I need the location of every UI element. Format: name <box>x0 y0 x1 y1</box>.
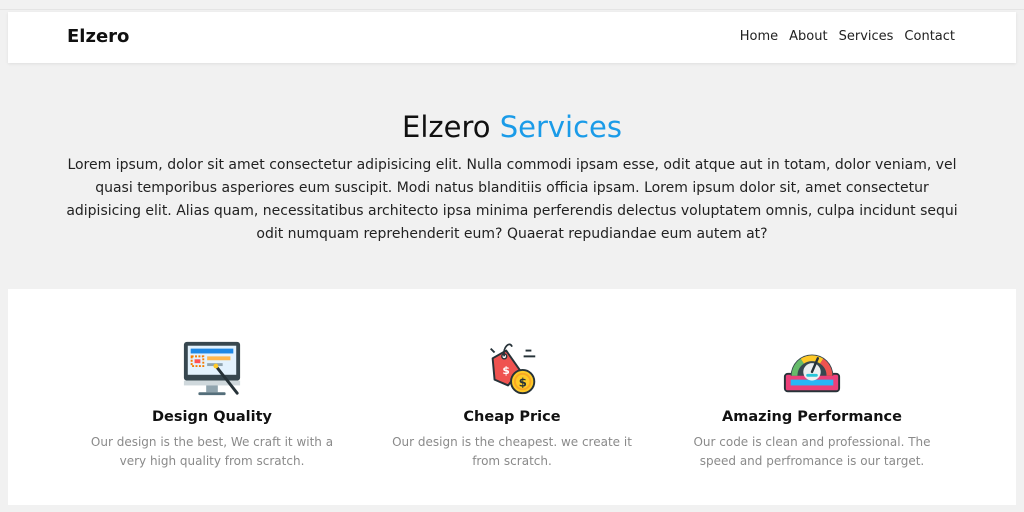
feature-title: Amazing Performance <box>722 409 902 425</box>
services-intro: Elzero Services Lorem ipsum, dolor sit a… <box>0 108 1024 246</box>
title-accent: Services <box>499 110 622 144</box>
feature-card-design: Design Quality Our design is the best, W… <box>81 337 343 505</box>
site-logo[interactable]: Elzero <box>67 26 129 47</box>
speedometer-icon <box>783 354 841 393</box>
nav-about-link[interactable]: About <box>789 29 827 44</box>
svg-text:$: $ <box>519 375 527 389</box>
feature-card-performance: Amazing Performance Our code is clean an… <box>681 337 943 505</box>
feature-text: Our code is clean and professional. The … <box>693 435 931 468</box>
main-nav: Home About Services Contact <box>740 29 955 44</box>
feature-title: Cheap Price <box>463 409 561 425</box>
title-main: Elzero <box>402 110 491 144</box>
intro-paragraph: Lorem ipsum, dolor sit amet consectetur … <box>66 157 958 242</box>
svg-text:$: $ <box>502 364 509 377</box>
feature-text: Our design is the cheapest. we create it… <box>392 435 632 468</box>
design-monitor-icon <box>183 341 241 396</box>
site-header: Elzero Home About Services Contact <box>8 12 1016 63</box>
nav-home-link[interactable]: Home <box>740 29 778 44</box>
feature-title: Design Quality <box>152 409 272 425</box>
section-title: Elzero Services <box>0 108 1024 146</box>
feature-card-price: $ $ Cheap Price Our design is the cheape… <box>381 337 643 505</box>
price-tag-icon: $ $ <box>490 343 536 395</box>
features-section: Design Quality Our design is the best, W… <box>8 289 1016 505</box>
nav-contact-link[interactable]: Contact <box>904 29 955 44</box>
top-divider <box>0 9 1024 10</box>
feature-text: Our design is the best, We craft it with… <box>90 435 334 468</box>
nav-services-link[interactable]: Services <box>839 29 894 44</box>
